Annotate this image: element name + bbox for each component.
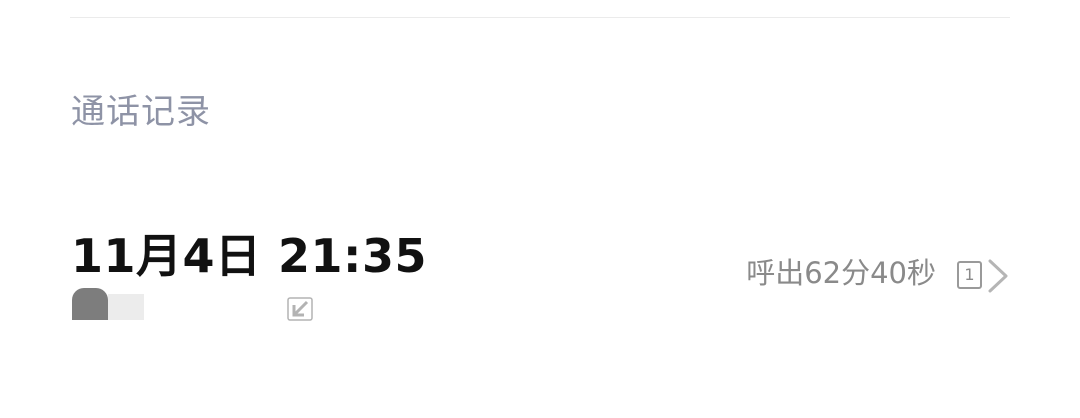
redacted-contact	[72, 288, 144, 320]
call-datetime: 11月4日 21:35	[71, 229, 427, 283]
outgoing-call-icon	[287, 297, 313, 321]
call-summary: 呼出62分40秒	[746, 256, 936, 290]
sim-card-badge: 1	[957, 261, 982, 289]
section-title: 通话记录	[71, 92, 211, 132]
top-divider	[70, 17, 1010, 18]
chevron-right-icon[interactable]	[986, 259, 1010, 293]
call-log-entry[interactable]: 11月4日 21:35 呼出62分40秒 1	[0, 215, 1080, 330]
